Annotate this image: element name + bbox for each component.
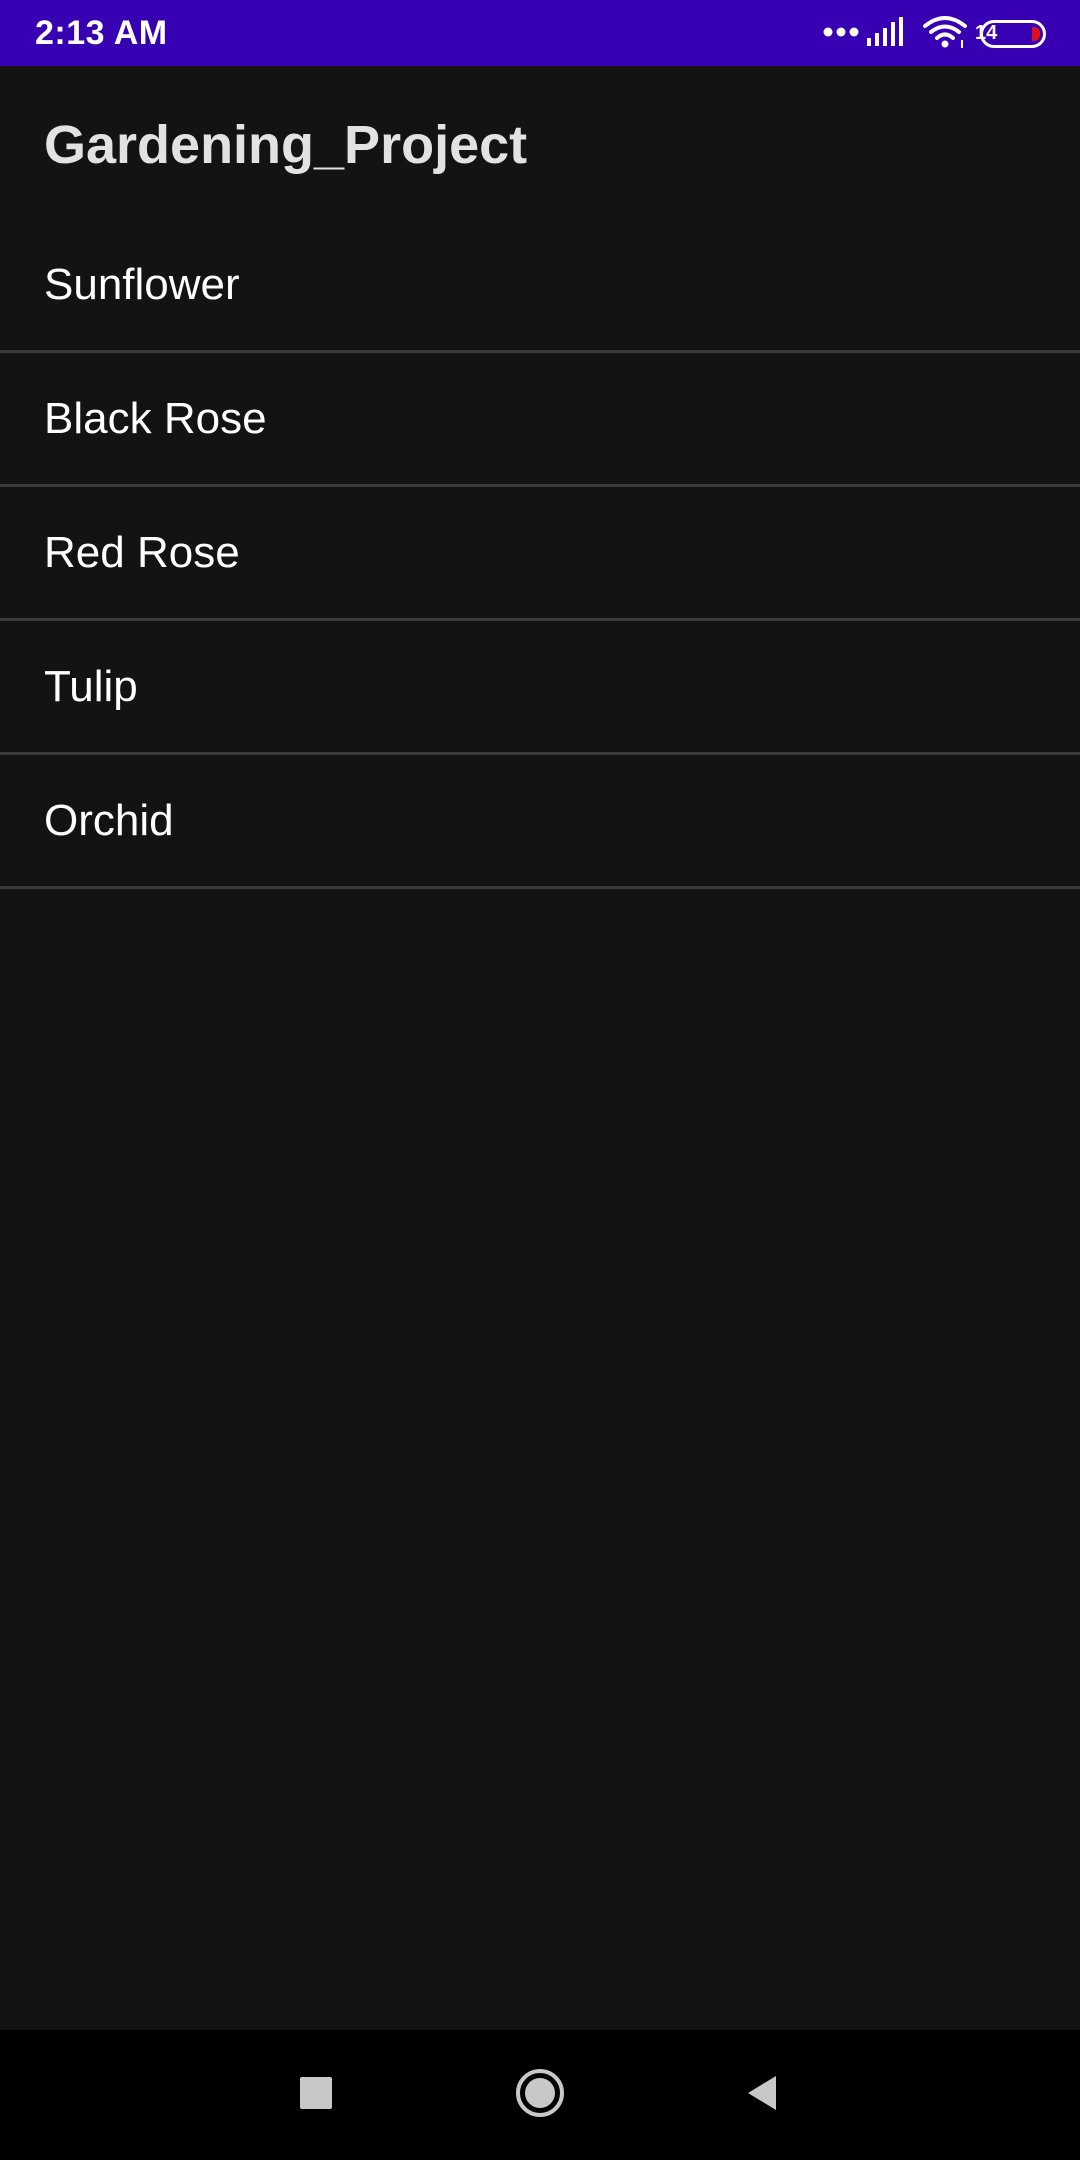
list-item[interactable]: Black Rose — [0, 353, 1080, 487]
list-item[interactable]: Sunflower — [0, 219, 1080, 353]
list-item-label: Sunflower — [44, 259, 240, 309]
back-button[interactable] — [732, 2065, 792, 2125]
list-item[interactable]: Red Rose — [0, 487, 1080, 621]
battery-icon: 14 — [975, 20, 1046, 48]
home-icon — [514, 2067, 566, 2124]
dots-icon — [822, 25, 862, 43]
home-button[interactable] — [510, 2065, 570, 2125]
recents-icon — [299, 2076, 333, 2115]
battery-fill — [1032, 27, 1040, 41]
status-bar: 2:13 AM 14 — [0, 0, 1080, 66]
list-item-label: Red Rose — [44, 527, 240, 577]
list-item-label: Orchid — [44, 795, 174, 845]
signal-icon — [866, 16, 906, 53]
back-icon — [745, 2074, 779, 2117]
status-icons: 14 — [822, 14, 1046, 54]
navigation-bar — [0, 2030, 1080, 2160]
battery-level: 14 — [975, 22, 998, 44]
status-time: 2:13 AM — [35, 14, 168, 52]
list-item-label: Tulip — [44, 661, 138, 711]
wifi-icon — [922, 15, 968, 54]
list-item[interactable]: Orchid — [0, 755, 1080, 889]
list-item-label: Black Rose — [44, 393, 267, 443]
list-item[interactable]: Tulip — [0, 621, 1080, 755]
recents-button[interactable] — [286, 2065, 346, 2125]
flower-list: Sunflower Black Rose Red Rose Tulip Orch… — [0, 219, 1080, 889]
app-title: Gardening_Project — [44, 115, 528, 175]
screen: 2:13 AM 14 Gardening_Project Sunflower B… — [0, 0, 1080, 2160]
